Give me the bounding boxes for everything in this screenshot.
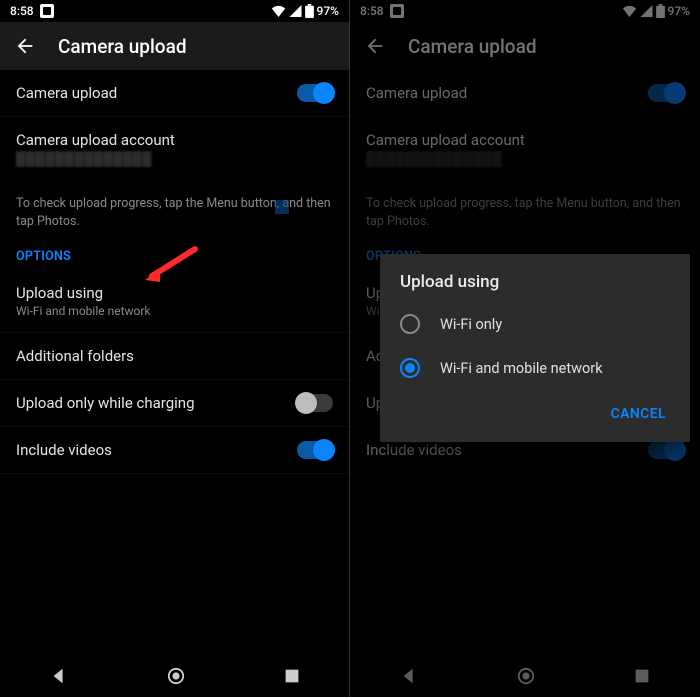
- charging-row[interactable]: Upload only while charging: [0, 380, 349, 427]
- page-title: Camera upload: [58, 35, 187, 58]
- back-icon[interactable]: [14, 35, 36, 57]
- camera-upload-row[interactable]: Camera upload: [350, 70, 700, 117]
- back-icon[interactable]: [364, 35, 386, 57]
- upload-using-value: Wi-Fi and mobile network: [16, 304, 151, 318]
- signal-icon: [640, 5, 653, 17]
- additional-folders-row[interactable]: Additional folders: [0, 333, 349, 380]
- status-time: 8:58: [360, 4, 384, 18]
- account-label: Camera upload account: [16, 131, 175, 149]
- upload-using-dialog: Upload using Wi-Fi only Wi-Fi and mobile…: [380, 254, 690, 442]
- status-bar: 8:58 97%: [0, 0, 349, 22]
- wifi-icon: [622, 5, 637, 17]
- watermark-icon: [275, 200, 289, 214]
- nav-home-icon[interactable]: [167, 667, 185, 685]
- nav-recent-icon[interactable]: [284, 668, 300, 684]
- dialog-option-wifi-only[interactable]: Wi-Fi only: [380, 302, 690, 346]
- app-icon: [40, 4, 54, 18]
- account-row[interactable]: Camera upload account ██████████████: [0, 117, 349, 181]
- videos-row[interactable]: Include videos: [0, 427, 349, 474]
- dialog-option-wifi-mobile[interactable]: Wi-Fi and mobile network: [380, 346, 690, 390]
- nav-back-icon[interactable]: [400, 667, 418, 685]
- camera-upload-row[interactable]: Camera upload: [0, 70, 349, 117]
- status-time: 8:58: [10, 4, 34, 18]
- videos-toggle[interactable]: [297, 441, 333, 459]
- nav-back-icon[interactable]: [50, 667, 68, 685]
- radio-unchecked-icon: [400, 314, 420, 334]
- battery-icon: [305, 4, 314, 18]
- page-title: Camera upload: [408, 35, 537, 58]
- videos-label: Include videos: [366, 441, 462, 459]
- help-text: To check upload progress, tap the Menu b…: [350, 181, 700, 241]
- header: Camera upload: [0, 22, 349, 70]
- signal-icon: [289, 5, 302, 17]
- battery-percent: 97%: [668, 4, 690, 18]
- camera-upload-label: Camera upload: [16, 84, 117, 102]
- battery-percent: 97%: [317, 4, 339, 18]
- videos-toggle[interactable]: [648, 441, 684, 459]
- camera-upload-label: Camera upload: [366, 84, 467, 102]
- dialog-title: Upload using: [380, 254, 690, 302]
- charging-toggle[interactable]: [297, 394, 333, 412]
- account-value: ██████████████: [366, 151, 525, 167]
- nav-recent-icon[interactable]: [634, 668, 650, 684]
- dialog-option-label: Wi-Fi and mobile network: [440, 360, 603, 377]
- videos-label: Include videos: [16, 441, 112, 459]
- annotation-arrow: [140, 244, 200, 286]
- account-row[interactable]: Camera upload account ██████████████: [350, 117, 700, 181]
- upload-using-label: Upload using: [16, 284, 151, 302]
- charging-label: Upload only while charging: [16, 394, 195, 412]
- account-label: Camera upload account: [366, 131, 525, 149]
- nav-bar: [350, 655, 700, 697]
- status-bar: 8:58 97%: [350, 0, 700, 22]
- nav-bar: [0, 655, 349, 697]
- camera-upload-toggle[interactable]: [297, 84, 333, 102]
- radio-checked-icon: [400, 358, 420, 378]
- account-value: ██████████████: [16, 151, 175, 167]
- wifi-icon: [271, 5, 286, 17]
- app-icon: [390, 4, 404, 18]
- header: Camera upload: [350, 22, 700, 70]
- battery-icon: [656, 4, 665, 18]
- dialog-option-label: Wi-Fi only: [440, 316, 502, 333]
- nav-home-icon[interactable]: [517, 667, 535, 685]
- cancel-button[interactable]: CANCEL: [603, 400, 674, 428]
- camera-upload-toggle[interactable]: [648, 84, 684, 102]
- additional-folders-label: Additional folders: [16, 347, 134, 365]
- help-text: To check upload progress, tap the Menu b…: [0, 181, 349, 241]
